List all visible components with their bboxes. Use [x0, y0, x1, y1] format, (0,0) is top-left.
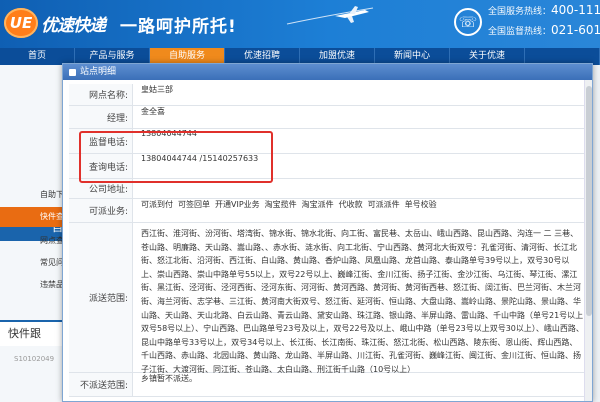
no-delivery-label: 不派送范围:: [69, 373, 133, 396]
services-list: 可派到付 可签回单 开通VIP业务 淘宝揽件 淘宝派件 代收款 可派派件 单号校…: [141, 199, 584, 210]
service-hotline: 全国服务热线：400-111: [488, 3, 600, 17]
service-item: 可派到付: [141, 200, 173, 209]
dialog-titlebar[interactable]: 站点明细: [63, 64, 592, 80]
service-item: 单号校验: [404, 200, 437, 209]
logo-text: 优速快递: [41, 15, 106, 36]
supervise-hotline: 全国监督热线：021-601: [488, 23, 600, 37]
site-logo[interactable]: UE 优速快递: [4, 6, 106, 40]
row-services: 可派业务: 可派到付 可签回单 开通VIP业务 淘宝揽件 淘宝派件 代收款 可派…: [69, 199, 588, 223]
services-label: 可派业务:: [69, 199, 133, 222]
delivery-area-value: 西江街、淮河街、汾河街、塔湾街、锦水街、锦水北街、向工街、富民巷、太岳山、峨山西…: [141, 229, 584, 374]
service-item: 可签回单: [178, 200, 210, 209]
delivery-area-label: 派送范围:: [69, 223, 133, 372]
service-item: 可派派件: [367, 200, 400, 209]
highlight-box: [79, 131, 273, 183]
service-item: 淘宝派件: [301, 200, 334, 209]
row-delivery-area: 派送范围: 西江街、淮河街、汾河街、塔湾街、锦水街、锦水北街、向工街、富民巷、太…: [69, 223, 588, 374]
outlet-name-value: 皇姑三部: [141, 85, 173, 94]
slogan: 一路呵护所托!: [120, 17, 237, 37]
phone-icon: ☏: [454, 8, 482, 36]
row-outlet-name: 网点名称: 皇姑三部: [69, 84, 588, 106]
window-icon: [69, 68, 76, 76]
service-item: 代收款: [338, 200, 363, 209]
service-item: 淘宝揽件: [264, 200, 297, 209]
hotline-box: ☏ 全国服务热线：400-111 全国监督热线：021-601: [450, 0, 600, 48]
manager-label: 经理:: [69, 106, 133, 128]
row-no-delivery: 不派送范围: 乡镇暂不派送。: [69, 373, 588, 397]
no-delivery-value: 乡镇暂不派送。: [141, 374, 197, 383]
logo-mark: UE: [4, 8, 38, 38]
station-detail-dialog: 站点明细 网点名称: 皇姑三部 经理: 金全喜 监督电话: 1380404474…: [62, 63, 593, 402]
site-header: UE 优速快递 一路呵护所托! ☏ 全国服务热线：400-111 全国监督热线：…: [0, 0, 600, 48]
service-item: 开通VIP业务: [215, 200, 260, 209]
manager-value: 金全喜: [141, 107, 165, 116]
dialog-title: 站点明细: [80, 67, 117, 77]
scrollbar-thumb[interactable]: [586, 86, 592, 316]
airplane-icon: [286, 6, 374, 25]
outlet-name-label: 网点名称:: [69, 84, 133, 105]
dialog-scrollbar[interactable]: [584, 80, 592, 401]
row-manager: 经理: 金全喜: [69, 106, 588, 129]
